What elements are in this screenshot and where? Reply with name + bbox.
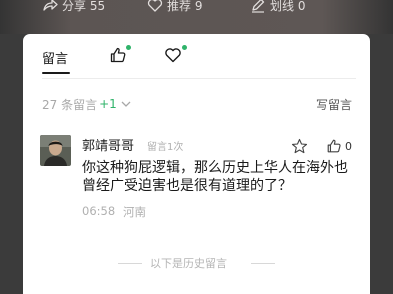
recommend-button[interactable]: 推荐 9 bbox=[147, 0, 202, 14]
tab-active-indicator bbox=[42, 72, 70, 74]
underline-label: 划线 0 bbox=[270, 0, 306, 13]
tab-comments[interactable]: 留言 bbox=[42, 48, 68, 67]
new-comment-count: +1 bbox=[99, 97, 117, 111]
share-label: 分享 55 bbox=[62, 0, 106, 13]
history-divider: 以下是历史留言 bbox=[23, 255, 370, 271]
divider-line-left bbox=[118, 263, 142, 264]
comment-count: 27 条留言 bbox=[42, 97, 98, 112]
comment-location: 河南 bbox=[123, 205, 146, 219]
chevron-down-icon bbox=[121, 101, 131, 107]
write-comment-button[interactable]: 写留言 bbox=[316, 96, 352, 113]
comment-author[interactable]: 郭靖哥哥 bbox=[82, 135, 134, 154]
comment-count-toggle[interactable]: 27 条留言 +1 bbox=[42, 96, 132, 112]
comment-time: 06:58 bbox=[82, 204, 116, 218]
thumb-up-icon bbox=[110, 47, 126, 63]
comments-sheet: 留言 27 条留言 +1 写留言 郭靖哥哥 留言1次 0 你这种狗屁逻辑，那么历… bbox=[23, 34, 370, 294]
comment-author-badge: 留言1次 bbox=[147, 142, 184, 153]
new-like-dot bbox=[126, 45, 131, 50]
recommend-label: 推荐 9 bbox=[167, 0, 203, 13]
share-icon bbox=[42, 0, 58, 13]
article-action-bar: 分享 55 推荐 9 划线 0 bbox=[0, 0, 393, 34]
thumb-up-icon bbox=[327, 139, 341, 153]
underline-button[interactable]: 划线 0 bbox=[250, 0, 305, 14]
comment-like-button[interactable] bbox=[326, 138, 342, 154]
comment-text: 你这种狗屁逻辑，那么历史上华人在海外也曾经广受迫害也是很有道理的了？ bbox=[82, 160, 348, 194]
heart-icon bbox=[147, 0, 163, 13]
history-divider-label: 以下是历史留言 bbox=[150, 257, 227, 270]
heart-outline-icon bbox=[165, 48, 181, 63]
comment-like-count: 0 bbox=[345, 140, 352, 153]
pen-icon bbox=[250, 0, 266, 13]
divider-line-right bbox=[251, 263, 275, 264]
avatar[interactable] bbox=[40, 135, 71, 166]
share-button[interactable]: 分享 55 bbox=[42, 0, 105, 14]
star-icon[interactable] bbox=[291, 138, 308, 155]
tab-likes[interactable] bbox=[109, 46, 127, 64]
tab-bar: 留言 bbox=[23, 34, 370, 78]
tab-divider bbox=[42, 78, 356, 79]
tab-favorites[interactable] bbox=[164, 46, 182, 64]
new-favorite-dot bbox=[182, 45, 187, 50]
